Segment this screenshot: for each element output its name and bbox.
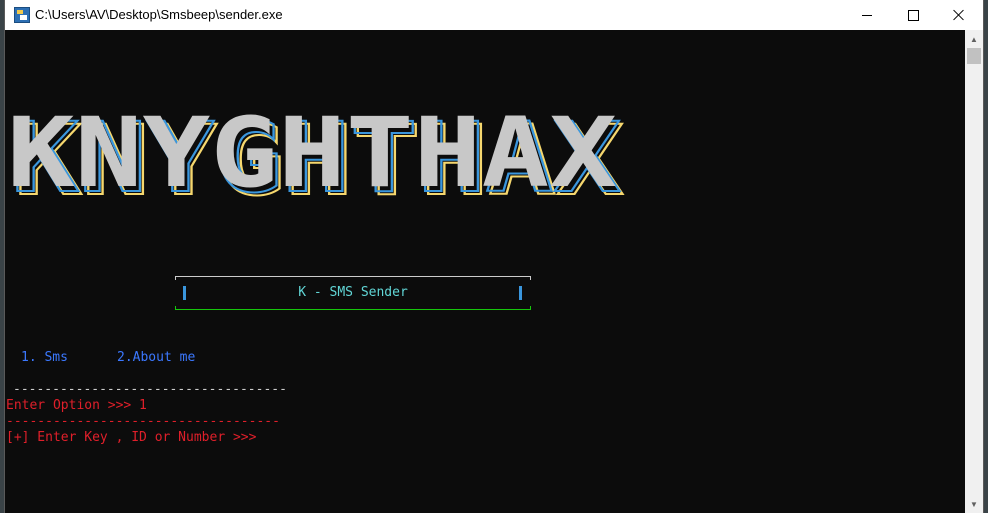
title-box-bottom-border <box>175 306 531 310</box>
enter-key-prompt[interactable]: [+] Enter Key , ID or Number >>> <box>6 430 256 446</box>
console-output[interactable]: KNYGHTHAX KNYGHTHAX KNYGHTHAX K - SMS Se… <box>5 30 965 513</box>
title-bar[interactable]: C:\Users\AV\Desktop\Smsbeep\sender.exe <box>5 0 983 30</box>
banner-graphic: KNYGHTHAX KNYGHTHAX KNYGHTHAX <box>7 97 625 202</box>
scroll-down-arrow-icon[interactable]: ▼ <box>965 495 983 513</box>
close-icon <box>953 9 965 21</box>
minimize-button[interactable] <box>844 0 890 30</box>
window-title: C:\Users\AV\Desktop\Smsbeep\sender.exe <box>35 7 283 22</box>
scroll-up-arrow-icon[interactable]: ▲ <box>965 30 983 48</box>
separator-line: ----------------------------------- <box>13 382 287 397</box>
maximize-button[interactable] <box>890 0 936 30</box>
minimize-icon <box>862 14 872 16</box>
title-box-right-marker <box>519 286 522 300</box>
menu-option-sms: 1. Sms <box>21 350 68 365</box>
console-window: C:\Users\AV\Desktop\Smsbeep\sender.exe K… <box>5 0 983 513</box>
banner-text: KNYGHTHAX <box>7 97 617 202</box>
app-title-box: K - SMS Sender <box>175 276 531 312</box>
vertical-scrollbar[interactable]: ▲ ▼ <box>965 30 983 513</box>
title-box-top-border <box>175 276 531 280</box>
close-button[interactable] <box>936 0 982 30</box>
console-app-icon[interactable] <box>14 7 30 23</box>
app-title-label: K - SMS Sender <box>298 285 408 300</box>
menu-option-about: 2.About me <box>117 350 196 365</box>
ascii-banner: KNYGHTHAX KNYGHTHAX KNYGHTHAX <box>5 72 625 202</box>
scroll-thumb[interactable] <box>967 48 981 64</box>
separator-line-red: ----------------------------------- <box>6 414 280 429</box>
enter-option-prompt: Enter Option >>> 1 <box>6 398 147 413</box>
maximize-icon <box>907 9 919 21</box>
